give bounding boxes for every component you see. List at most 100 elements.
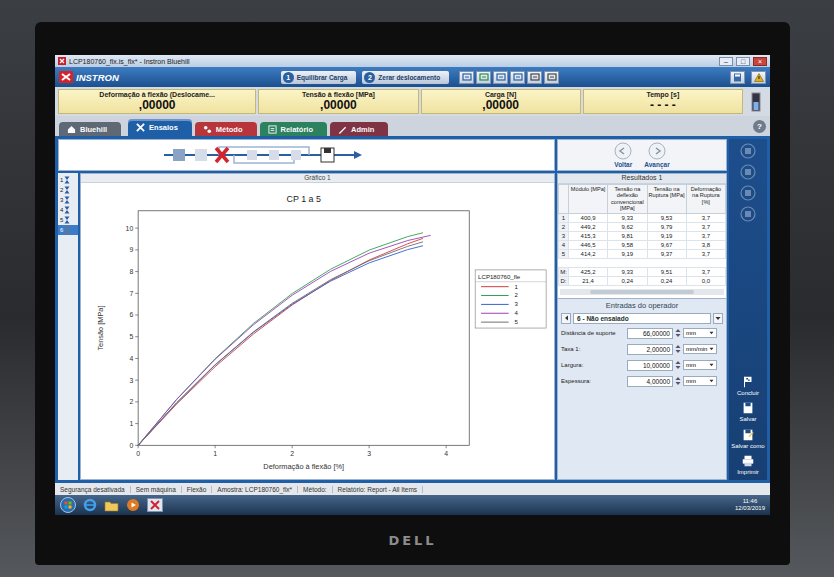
specimen-item[interactable]: 2 <box>58 185 78 195</box>
tested-specimen-icon <box>64 196 70 204</box>
field-input[interactable]: 10,00000 <box>627 360 673 371</box>
toolbar-icon-part <box>533 77 537 78</box>
toolbar-icon-part <box>514 74 522 80</box>
readout-panel: Deformação à flexão (Deslocame...,00000 <box>58 89 256 114</box>
warning-icon-part <box>754 73 763 81</box>
spinner-icon[interactable] <box>675 328 681 338</box>
nav-label: Avançar <box>644 161 669 168</box>
toolbar-icons <box>459 71 559 84</box>
tab[interactable]: Método <box>195 122 257 136</box>
spinner-icon[interactable] <box>675 360 681 370</box>
field-input[interactable]: 2,00000 <box>627 344 673 355</box>
results-cell: 2 <box>559 222 569 231</box>
legend-swatch <box>481 313 509 314</box>
specimen-dropdown[interactable]: 6 - Não ensaiado <box>573 313 711 324</box>
alarm-button[interactable] <box>751 71 766 84</box>
input-field-row: Espessura:4,00000mm <box>561 375 723 388</box>
help-button[interactable]: ? <box>753 120 766 133</box>
specimen-item[interactable]: 3 <box>58 195 78 205</box>
results-row[interactable]: 4446,59,589,673,8 <box>559 240 726 249</box>
instron-logo: INSTRON <box>59 71 119 83</box>
side-action-button[interactable]: Concluir <box>737 375 759 397</box>
operator-inputs: Entradas do operador6 - Não ensaiadoDist… <box>558 298 726 479</box>
dropdown-button[interactable] <box>713 313 723 324</box>
toolbar-button[interactable] <box>459 71 474 84</box>
side-action-button[interactable]: Salvar como <box>731 428 764 450</box>
tab[interactable]: Relatório <box>260 122 328 136</box>
tab-label: Método <box>216 125 243 134</box>
workflow-diagram-icon-part <box>234 155 294 163</box>
window-control[interactable]: □ <box>736 57 750 66</box>
instron-mark-icon-part <box>59 71 73 83</box>
toolbar-button[interactable] <box>510 71 525 84</box>
calculator-icon-part <box>735 74 740 76</box>
y-tick-label: 2 <box>129 398 133 405</box>
input-field-row: Largura:10,00000mm <box>561 359 723 372</box>
field-input[interactable]: 66,00000 <box>627 328 673 339</box>
tab[interactable]: Admin <box>330 122 388 136</box>
y-tick-label: 5 <box>129 333 133 340</box>
toolbar-button[interactable] <box>493 71 508 84</box>
toolbar-button[interactable] <box>544 71 559 84</box>
results-row[interactable]: 5414,29,199,373,7 <box>559 249 726 258</box>
y-tick-label: 9 <box>129 246 133 253</box>
results-cell: 414,2 <box>569 249 608 258</box>
bluehill-app-icon[interactable] <box>147 498 163 512</box>
browser-icon[interactable] <box>83 498 97 512</box>
forward-arrow-icon <box>648 142 666 160</box>
tested-specimen-icon <box>64 176 70 184</box>
tab-icon <box>338 125 347 134</box>
results-row[interactable]: 2449,29,629,793,7 <box>559 222 726 231</box>
header-action-button[interactable]: 1Equilibrar Carga <box>281 71 357 84</box>
media-player-icon[interactable] <box>126 498 140 512</box>
tested-specimen-icon-part <box>65 197 70 204</box>
legend-swatch <box>481 322 509 323</box>
side-action-button[interactable]: Salvar <box>739 401 756 423</box>
statistics-cell: 3,7 <box>686 267 725 276</box>
scroll-thumb[interactable] <box>590 290 694 294</box>
window-control[interactable]: × <box>753 57 767 66</box>
previous-specimen-button[interactable] <box>561 313 571 324</box>
disabled-action-icon <box>740 206 756 222</box>
spinner-icon[interactable] <box>675 344 681 354</box>
workflow-nav-button[interactable]: Avançar <box>644 142 669 168</box>
start-orb-icon-part <box>69 506 72 509</box>
workflow-diagram-icon-part <box>291 150 301 160</box>
results-row[interactable]: 3415,39,819,193,7 <box>559 231 726 240</box>
specimen-item[interactable]: 5 <box>58 215 78 225</box>
side-action-button[interactable]: Imprimir <box>737 454 759 476</box>
window-control[interactable]: – <box>719 57 733 66</box>
statistics-cell: 9,51 <box>647 267 686 276</box>
specimen-item[interactable]: 4 <box>58 205 78 215</box>
toolbar-button[interactable] <box>476 71 491 84</box>
start-orb-icon[interactable] <box>60 497 76 513</box>
unit-select[interactable]: mm/min <box>683 344 717 354</box>
workflow-diagram-icon-part <box>216 148 228 162</box>
specimen-number: 2 <box>60 187 63 193</box>
app-icon <box>58 57 66 65</box>
horizontal-scrollbar[interactable] <box>560 289 724 295</box>
toolbar-button[interactable] <box>527 71 542 84</box>
y-tick <box>135 315 138 316</box>
unit-select[interactable]: mm <box>683 328 717 338</box>
folder-icon[interactable] <box>104 499 119 512</box>
meter-box <box>745 89 767 114</box>
results-cell: 3,7 <box>686 222 725 231</box>
workflow-nav-button[interactable]: Voltar <box>614 142 632 168</box>
calculator-button[interactable] <box>730 71 745 84</box>
specimen-item[interactable]: 1 <box>58 175 78 185</box>
workflow-diagram-icon-part <box>269 150 279 160</box>
unit-select[interactable]: mm <box>683 376 717 386</box>
flag-icon-part <box>744 376 751 381</box>
field-input[interactable]: 4,00000 <box>627 376 673 387</box>
tab[interactable]: Bluehill <box>59 122 121 136</box>
results-row[interactable]: 1400,99,339,533,7 <box>559 213 726 222</box>
results-cell: 9,33 <box>608 213 647 222</box>
header-action-button[interactable]: 2Zerar deslocamento <box>362 71 449 84</box>
specimen-item[interactable]: 6 <box>58 225 78 235</box>
y-tick-label: 8 <box>129 268 133 275</box>
spinner-icon[interactable] <box>675 376 681 386</box>
tab[interactable]: Ensaios <box>128 119 192 136</box>
unit-select[interactable]: mm <box>683 360 717 370</box>
results-cell: 1 <box>559 213 569 222</box>
